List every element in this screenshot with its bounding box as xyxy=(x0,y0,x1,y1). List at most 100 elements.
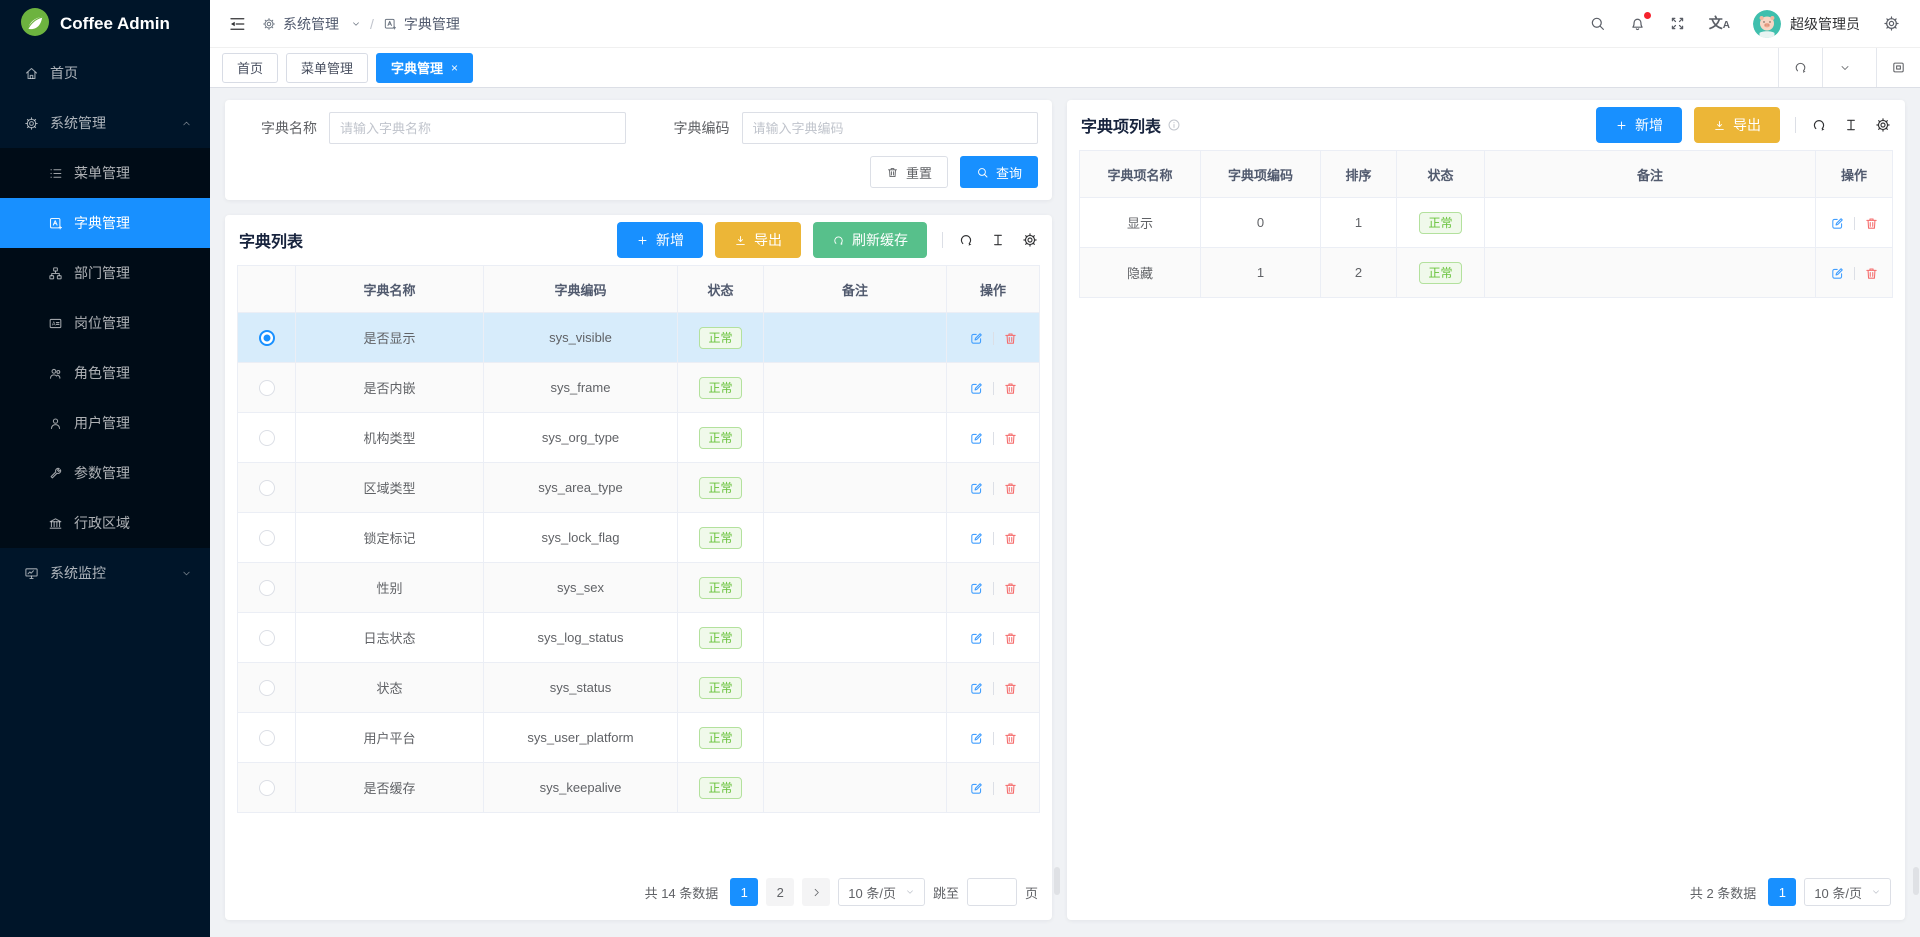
row-radio[interactable] xyxy=(259,380,275,396)
tab-dict-mgmt[interactable]: 字典管理 × xyxy=(376,53,473,83)
sidebar-item-system-mgmt[interactable]: 系统管理 xyxy=(0,98,210,148)
table-row[interactable]: 区域类型 sys_area_type 正常 xyxy=(238,463,1040,513)
row-radio[interactable] xyxy=(259,780,275,796)
breadcrumb-system-mgmt[interactable]: 系统管理 xyxy=(262,14,361,34)
delete-icon[interactable] xyxy=(1003,681,1018,696)
density-button[interactable] xyxy=(1843,117,1859,133)
right-scrollbar-thumb[interactable] xyxy=(1913,867,1919,895)
delete-icon[interactable] xyxy=(1003,481,1018,496)
refresh-page-button[interactable] xyxy=(1778,48,1822,87)
delete-icon[interactable] xyxy=(1003,331,1018,346)
edit-icon[interactable] xyxy=(969,781,984,796)
sidebar-item-dept-mgmt[interactable]: 部门管理 xyxy=(0,248,210,298)
edit-icon[interactable] xyxy=(969,681,984,696)
delete-icon[interactable] xyxy=(1003,581,1018,596)
table-row[interactable]: 状态 sys_status 正常 xyxy=(238,663,1040,713)
page-2-button[interactable]: 2 xyxy=(766,878,794,906)
edit-icon[interactable] xyxy=(969,331,984,346)
delete-icon[interactable] xyxy=(1003,731,1018,746)
row-radio[interactable] xyxy=(259,330,275,346)
edit-icon[interactable] xyxy=(969,481,984,496)
add-dict-button[interactable]: 新增 xyxy=(617,222,703,258)
sidebar-item-home[interactable]: 首页 xyxy=(0,48,210,98)
table-row[interactable]: 是否缓存 sys_keepalive 正常 xyxy=(238,763,1040,813)
table-row[interactable]: 隐藏 1 2 正常 xyxy=(1080,248,1893,298)
dict-name-input[interactable] xyxy=(329,112,626,144)
table-row[interactable]: 性别 sys_sex 正常 xyxy=(238,563,1040,613)
row-radio[interactable] xyxy=(259,430,275,446)
sidebar-item-user-mgmt[interactable]: 用户管理 xyxy=(0,398,210,448)
table-row[interactable]: 锁定标记 sys_lock_flag 正常 xyxy=(238,513,1040,563)
edit-icon[interactable] xyxy=(969,731,984,746)
edit-icon[interactable] xyxy=(969,531,984,546)
settings-button[interactable] xyxy=(1883,15,1900,32)
delete-icon[interactable] xyxy=(1864,216,1879,231)
delete-icon[interactable] xyxy=(1003,381,1018,396)
row-radio[interactable] xyxy=(259,580,275,596)
edit-icon[interactable] xyxy=(1830,216,1845,231)
info-icon xyxy=(1167,118,1181,132)
tab-home[interactable]: 首页 xyxy=(222,53,278,83)
table-row[interactable]: 显示 0 1 正常 xyxy=(1080,198,1893,248)
dict-code-input[interactable] xyxy=(742,112,1039,144)
table-row[interactable]: 机构类型 sys_org_type 正常 xyxy=(238,413,1040,463)
refresh-table-button[interactable] xyxy=(958,232,974,248)
table-row[interactable]: 是否内嵌 sys_frame 正常 xyxy=(238,363,1040,413)
edit-icon[interactable] xyxy=(969,581,984,596)
row-radio[interactable] xyxy=(259,480,275,496)
export-dict-item-button[interactable]: 导出 xyxy=(1694,107,1780,143)
user-menu[interactable]: 超级管理员 xyxy=(1753,10,1860,38)
query-button[interactable]: 查询 xyxy=(960,156,1038,188)
logo[interactable]: Coffee Admin xyxy=(0,0,210,48)
notifications-button[interactable] xyxy=(1629,15,1646,32)
maximize-content-button[interactable] xyxy=(1876,48,1920,87)
edit-icon[interactable] xyxy=(969,431,984,446)
edit-icon[interactable] xyxy=(1830,266,1845,281)
table-row[interactable]: 是否显示 sys_visible 正常 xyxy=(238,313,1040,363)
sidebar-item-region-mgmt[interactable]: 行政区域 xyxy=(0,498,210,548)
left-scrollbar-thumb[interactable] xyxy=(1054,867,1060,895)
delete-icon[interactable] xyxy=(1003,631,1018,646)
density-button[interactable] xyxy=(990,232,1006,248)
tab-menu-mgmt[interactable]: 菜单管理 xyxy=(286,53,368,83)
row-radio[interactable] xyxy=(259,680,275,696)
page-size-select[interactable]: 10 条/页 xyxy=(838,878,925,906)
reset-button[interactable]: 重置 xyxy=(870,156,948,188)
search-button[interactable] xyxy=(1589,15,1606,32)
page-size-select[interactable]: 10 条/页 xyxy=(1804,878,1891,906)
export-dict-button[interactable]: 导出 xyxy=(715,222,801,258)
language-button[interactable]: 文A xyxy=(1709,16,1730,31)
breadcrumb-dict-mgmt[interactable]: 字典管理 xyxy=(383,14,460,34)
delete-icon[interactable] xyxy=(1003,781,1018,796)
row-radio[interactable] xyxy=(259,730,275,746)
edit-icon[interactable] xyxy=(969,381,984,396)
sidebar-item-menu-mgmt[interactable]: 菜单管理 xyxy=(0,148,210,198)
close-icon[interactable]: × xyxy=(451,61,458,75)
delete-icon[interactable] xyxy=(1003,531,1018,546)
tab-options-button[interactable] xyxy=(1822,48,1866,87)
table-row[interactable]: 日志状态 sys_log_status 正常 xyxy=(238,613,1040,663)
next-page-button[interactable] xyxy=(802,878,830,906)
page-1-button[interactable]: 1 xyxy=(730,878,758,906)
delete-icon[interactable] xyxy=(1864,266,1879,281)
sidebar-item-sys-monitor[interactable]: 系统监控 xyxy=(0,548,210,598)
edit-icon[interactable] xyxy=(969,631,984,646)
fullscreen-button[interactable] xyxy=(1669,15,1686,32)
row-radio[interactable] xyxy=(259,630,275,646)
table-row[interactable]: 用户平台 sys_user_platform 正常 xyxy=(238,713,1040,763)
sidebar-item-post-mgmt[interactable]: 岗位管理 xyxy=(0,298,210,348)
sidebar-item-param-mgmt[interactable]: 参数管理 xyxy=(0,448,210,498)
add-dict-item-button[interactable]: 新增 xyxy=(1596,107,1682,143)
refresh-table-button[interactable] xyxy=(1811,117,1827,133)
refresh-cache-button[interactable]: 刷新缓存 xyxy=(813,222,927,258)
sidebar-item-dict-mgmt[interactable]: 字典管理 xyxy=(0,198,210,248)
column-settings-button[interactable] xyxy=(1022,232,1038,248)
column-settings-button[interactable] xyxy=(1875,117,1891,133)
sidebar-collapse-button[interactable] xyxy=(224,11,250,37)
page-1-button[interactable]: 1 xyxy=(1768,878,1796,906)
remark-cell xyxy=(764,613,947,663)
jump-page-input[interactable] xyxy=(967,878,1017,906)
sidebar-item-role-mgmt[interactable]: 角色管理 xyxy=(0,348,210,398)
row-radio[interactable] xyxy=(259,530,275,546)
delete-icon[interactable] xyxy=(1003,431,1018,446)
